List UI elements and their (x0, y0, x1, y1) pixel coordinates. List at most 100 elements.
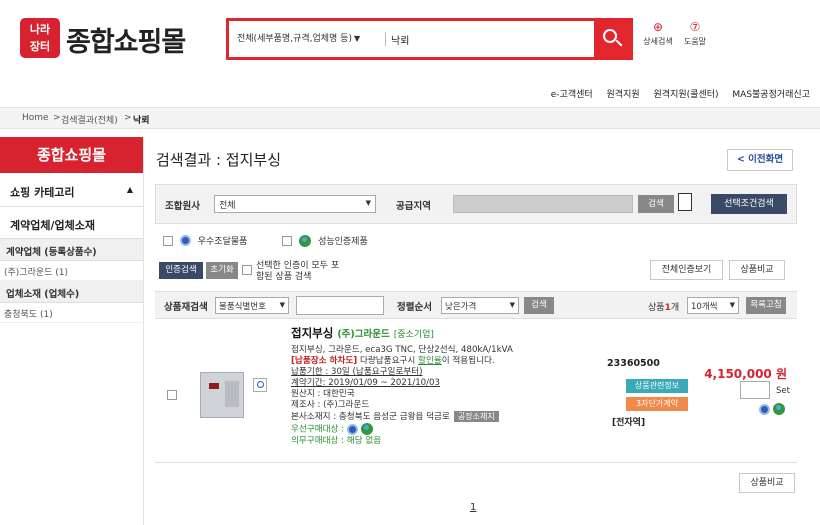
excellent-cert-icon (179, 235, 191, 246)
company-size: [중소기업] (393, 330, 434, 340)
contract-type: [전자역] (612, 418, 646, 428)
sidebar-group-location: 업체소재 (업체수) (0, 281, 143, 303)
performance-checkbox[interactable] (282, 235, 293, 246)
page-title: 검색결과 : 접지부싱 (156, 151, 281, 169)
per-page-select[interactable]: 10개씩 ▼ (687, 297, 739, 314)
back-button[interactable]: < 이전화면 (727, 149, 793, 171)
research-input[interactable] (296, 296, 384, 315)
breadcrumb-results[interactable]: 검색결과(전체) (61, 113, 118, 126)
breadcrumb-home[interactable]: Home (22, 113, 49, 123)
filter-panel: 조합원사 전체 ▼ 공급지역 검색 선택조건검색 (155, 184, 797, 224)
excellent-cert-icon (346, 423, 358, 435)
top-nav: e-고객센터 원격지원 원격지원(콜센터) MAS불공정거래신고 (540, 87, 810, 100)
sidebar-title: 종합쇼핑몰 (0, 137, 143, 173)
product-checkbox[interactable] (167, 390, 177, 400)
search-bar: 전체(세부품명,규격,업체명 등) ▼ (226, 18, 633, 60)
sidebar-item-vendor[interactable]: (주)그라운드 (1) (0, 261, 143, 281)
topnav-mas-report[interactable]: MAS불공정거래신고 (732, 90, 810, 100)
cert-search-button[interactable]: 인증검색 (159, 262, 203, 279)
include-all-checkbox[interactable] (242, 265, 252, 275)
detail-search-button[interactable]: ⊕ 상세검색 (641, 20, 675, 56)
logo[interactable]: 나라 장터 종합쇼핑몰 (20, 18, 220, 58)
help-icon: ⑦ (689, 20, 701, 34)
result-count: 상품1개 (648, 303, 680, 313)
hq-address: 본사소재지 : 충청북도 음성군 금왕읍 덕금로 공장소재지 (291, 411, 591, 423)
reset-button[interactable]: 초기화 (206, 262, 238, 279)
priority-purchase: 우선구매대상 : (291, 423, 591, 436)
topnav-remote-support[interactable]: 원격지원 (607, 90, 640, 100)
product-spec: 접지부싱, 그라운드, eca3G TNC, 단상2선식, 480kA/1kVA (291, 345, 513, 355)
table-row: 접지부싱 (주)그라운드 [중소기업] 접지부싱, 그라운드, eca3G TN… (155, 319, 797, 463)
search-button[interactable] (594, 21, 630, 57)
discount-link[interactable]: 할인율 (418, 356, 442, 366)
product-info-button[interactable]: 상품관련정보 (626, 379, 688, 393)
region-label: 공급지역 (396, 201, 431, 212)
sort-select[interactable]: 낮은가격 ▼ (441, 297, 519, 314)
breadcrumb: Home > 검색결과(전체) > 낙뢰 (0, 107, 820, 129)
excellent-checkbox[interactable] (163, 235, 173, 246)
chevron-down-icon: ▼ (279, 301, 285, 309)
factory-location-button[interactable]: 공장소재지 (453, 411, 499, 422)
topnav-customer-center[interactable]: e-고객센터 (551, 90, 593, 100)
mandatory-purchase: 의무구매대상 : 해당 없음 (291, 435, 382, 446)
topnav-remote-callcenter[interactable]: 원격지원(콜센터) (654, 90, 719, 100)
logo-word: 종합쇼핑몰 (66, 27, 186, 58)
research-label: 상품재검색 (164, 302, 208, 313)
search-input[interactable] (391, 27, 591, 51)
contract-type-badge: 3자단가계약 (626, 397, 688, 411)
sidebar-category-toggle[interactable]: 쇼핑 카테고리 ▲ (0, 173, 143, 207)
search-divider (385, 32, 386, 46)
logo-badge: 나라 장터 (20, 18, 60, 58)
product-name-line: 접지부싱 (주)그라운드 [중소기업] (291, 326, 591, 341)
compare-button[interactable]: 상품비교 (729, 260, 785, 280)
product-notice: [납품장소 하차도] 다량납품요구시 할인율이 적용됩니다. (291, 356, 495, 366)
product-name[interactable]: 접지부싱 (291, 326, 333, 340)
performance-cert-icon (360, 423, 373, 435)
chevron-down-icon: ▼ (353, 34, 361, 43)
product-company[interactable]: (주)그라운드 (337, 329, 389, 340)
quantity-input[interactable] (740, 381, 770, 399)
compare-button-bottom[interactable]: 상품비교 (739, 473, 795, 493)
cert-icons (759, 403, 786, 415)
region-input[interactable] (453, 195, 633, 213)
sort-search-button[interactable]: 검색 (524, 297, 554, 314)
unit-label: Set (776, 386, 790, 396)
refresh-list-button[interactable]: 목록고침 (746, 297, 786, 314)
chevron-down-icon: ▼ (365, 199, 371, 207)
contract-period: 계약기간: 2019/01/09 ~ 2021/10/03 (291, 378, 440, 388)
help-button[interactable]: ⑦ 도움말 (678, 20, 712, 56)
include-all-note: 선택한 인증이 모두 포함된 상품 검색 (256, 261, 340, 282)
result-toolbar: 상품재검색 물품식별번호 ▼ 정렬순서 낮은가격 ▼ 검색 상품1개 10개씩 ▼ 목… (155, 291, 797, 319)
maker: 제조사 : (주)그라운드 (291, 400, 370, 410)
org-label: 조합원사 (165, 201, 200, 212)
cert-filter-row: 우수조달물품 성능인증제품 (163, 234, 372, 247)
sidebar: 종합쇼핑몰 쇼핑 카테고리 ▲ 계약업체/업체소재 계약업체 (등록상품수) (… (0, 137, 144, 525)
product-price: 4,150,000 원 (704, 367, 787, 381)
sidebar-contract-label: 계약업체/업체소재 (0, 207, 143, 239)
breadcrumb-query: 낙뢰 (133, 116, 150, 126)
document-icon[interactable] (678, 193, 692, 211)
view-all-certs-button[interactable]: 전체인증보기 (650, 260, 723, 280)
sidebar-item-location[interactable]: 충청북도 (1) (0, 303, 143, 323)
cert-button-row: 인증검색 초기화 선택한 인증이 모두 포함된 상품 검색 전체인증보기 상품비… (155, 258, 797, 288)
sort-label: 정렬순서 (397, 302, 432, 313)
breadcrumb-sep: > (124, 113, 132, 123)
detail-condition-search-button[interactable]: 선택조건검색 (711, 194, 787, 214)
excellent-cert-icon (759, 403, 770, 415)
breadcrumb-sep: > (53, 113, 61, 123)
region-search-button[interactable]: 검색 (638, 195, 674, 213)
product-code: 23360500 (607, 358, 660, 369)
product-image[interactable] (200, 372, 244, 418)
org-select[interactable]: 전체 ▼ (214, 195, 376, 213)
sidebar-group-vendor: 계약업체 (등록상품수) (0, 239, 143, 261)
zoom-icon[interactable] (253, 378, 267, 392)
performance-cert-icon (773, 403, 786, 415)
pagination-page-1[interactable]: 1 (470, 502, 476, 513)
search-scope-select[interactable]: 전체(세부품명,규격,업체명 등) ▼ (237, 31, 360, 44)
performance-cert-icon (299, 234, 312, 247)
product-info: 접지부싱 (주)그라운드 [중소기업] 접지부싱, 그라운드, eca3G TN… (291, 326, 591, 447)
detail-search-icon: ⊕ (652, 20, 664, 34)
research-field-select[interactable]: 물품식별번호 ▼ (215, 297, 289, 314)
origin: 원산지 : 대한민국 (291, 389, 355, 399)
chevron-down-icon: ▼ (509, 301, 515, 309)
